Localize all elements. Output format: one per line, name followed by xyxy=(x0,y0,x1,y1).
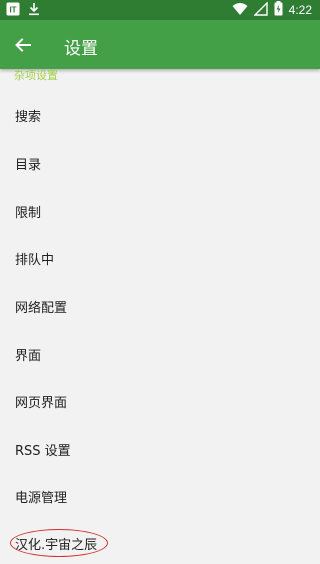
page-title: 设置 xyxy=(64,39,98,59)
settings-item-label: 电源管理 xyxy=(15,490,68,506)
settings-item-label: 网络配置 xyxy=(15,300,68,316)
sim-icon: IT xyxy=(6,1,20,20)
app-bar: 设置 xyxy=(0,20,320,69)
settings-item-label: 限制 xyxy=(15,205,42,221)
status-bar: IT 4:22 xyxy=(0,0,320,20)
back-button[interactable] xyxy=(10,32,36,58)
settings-item-label: 目录 xyxy=(15,157,42,173)
settings-item-label: 排队中 xyxy=(15,252,55,268)
arrow-left-icon xyxy=(15,38,31,52)
section-header: 杂项设置 xyxy=(14,69,58,82)
settings-item-translation-credit[interactable]: 汉化.宇宙之辰 xyxy=(0,519,320,564)
settings-item-directories[interactable]: 目录 xyxy=(0,139,320,187)
settings-item-limits[interactable]: 限制 xyxy=(0,187,320,235)
signal-icon xyxy=(252,0,268,20)
status-time: 4:22 xyxy=(288,3,312,17)
settings-item-label: 汉化.宇宙之辰 xyxy=(15,537,98,553)
settings-list[interactable]: 杂项设置 搜索 目录 限制 排队中 网络配置 界面 网页界面 RSS 设置 电源… xyxy=(0,69,320,564)
svg-text:IT: IT xyxy=(9,5,16,14)
settings-item-label: 界面 xyxy=(15,348,42,364)
settings-item-queueing[interactable]: 排队中 xyxy=(0,234,320,282)
settings-item-web-interface[interactable]: 网页界面 xyxy=(0,377,320,425)
settings-item-network[interactable]: 网络配置 xyxy=(0,282,320,330)
settings-item-label: 网页界面 xyxy=(15,395,68,411)
download-icon xyxy=(28,1,40,20)
settings-item-label: 搜索 xyxy=(15,109,42,125)
settings-item-search[interactable]: 搜索 xyxy=(0,91,320,139)
settings-item-interface[interactable]: 界面 xyxy=(0,330,320,378)
battery-icon xyxy=(274,0,283,20)
status-right: 4:22 xyxy=(232,0,312,20)
status-left: IT xyxy=(6,2,40,18)
settings-item-rss[interactable]: RSS 设置 xyxy=(0,425,320,473)
settings-item-power[interactable]: 电源管理 xyxy=(0,472,320,520)
wifi-icon xyxy=(232,1,248,20)
settings-item-label: RSS 设置 xyxy=(15,443,71,459)
